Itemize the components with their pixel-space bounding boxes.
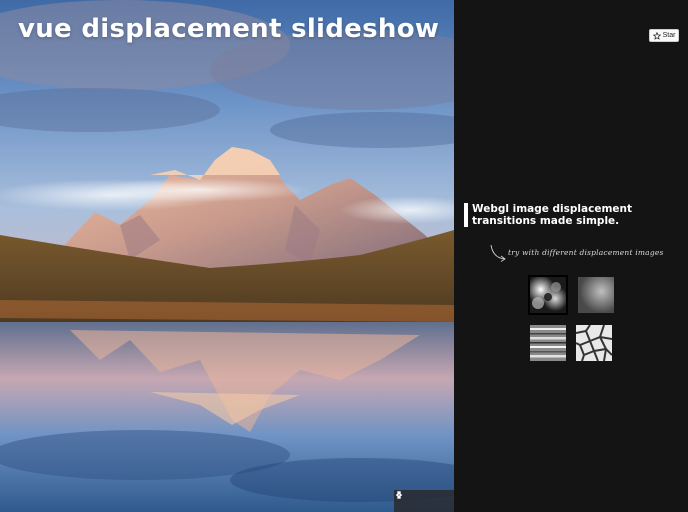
page-title: vue displacement slideshow xyxy=(18,14,440,44)
star-label: Star xyxy=(662,32,676,39)
displacement-thumb-soft-grain[interactable] xyxy=(578,277,614,313)
tagline-line-2: transitions made simple. xyxy=(472,215,620,227)
next-button[interactable] xyxy=(396,490,454,512)
hero-slide: vue displacement slideshow xyxy=(0,0,454,512)
slider-nav xyxy=(394,490,454,512)
tagline: Webgl image displacement transitions mad… xyxy=(464,203,672,227)
chevron-right-icon xyxy=(396,490,403,500)
hint-text: try with different displacement images xyxy=(508,248,664,257)
curved-arrow-icon xyxy=(490,244,506,262)
mountain-lake-image xyxy=(0,0,454,512)
displacement-thumb-streaks[interactable] xyxy=(530,325,566,361)
star-icon xyxy=(652,31,661,40)
github-star-button[interactable]: Star xyxy=(649,29,679,42)
displacement-thumb-cells[interactable] xyxy=(576,325,612,361)
tagline-line-1: Webgl image displacement xyxy=(472,203,633,215)
displacement-thumb-cloud-noise[interactable] xyxy=(528,275,568,315)
